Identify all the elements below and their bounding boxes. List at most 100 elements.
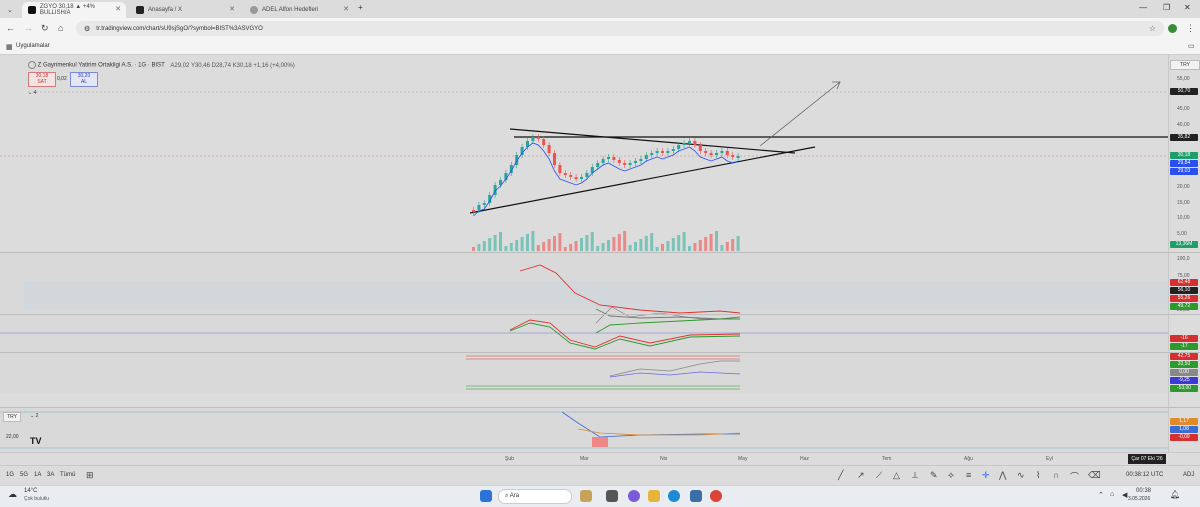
time-axis[interactable]: Şub Mar Nis May Haz Tem Ağu Eyl Çar 07 Eki '26	[0, 452, 1200, 466]
projection-arrow	[759, 81, 841, 147]
brush-tool-icon[interactable]: ✎	[930, 470, 938, 481]
forward-icon[interactable]: →	[24, 23, 33, 33]
windows-start-icon[interactable]	[480, 490, 492, 502]
chrome-icon[interactable]	[710, 490, 722, 502]
tradingview-logo[interactable]: TV	[30, 436, 42, 446]
weather-icon[interactable]: ☁	[8, 489, 17, 500]
menu-icon[interactable]: ⋮	[1186, 23, 1195, 34]
bookmark-apps[interactable]: Uygulamalar	[16, 43, 50, 49]
minimize-button[interactable]: —	[1139, 3, 1147, 12]
close-window-button[interactable]: ✕	[1184, 3, 1191, 12]
price-axis[interactable]: ↓ ⟳ TRY 55,0050,0045,0040,0035,0030,0025…	[1168, 55, 1200, 452]
candle	[650, 153, 654, 155]
sell-button[interactable]: 30,18 SAT	[28, 72, 56, 87]
symbol-title[interactable]: Z Gayrimenkul Yatirim Ortakligi A.S. · 1…	[38, 63, 165, 69]
tray-chevron-icon[interactable]: ⌃	[1098, 491, 1104, 499]
triangle-tool-icon[interactable]: △	[893, 470, 900, 481]
pattern-tool-icon[interactable]: ⟡	[948, 470, 954, 481]
timeframe-3a[interactable]: 3A	[47, 472, 54, 478]
volume-bar	[563, 247, 567, 251]
copilot-icon[interactable]	[628, 490, 640, 502]
close-icon[interactable]: ✕	[115, 5, 121, 13]
osc3-badge-3: 0,00	[1170, 369, 1198, 376]
upper-trendline	[509, 128, 796, 154]
arc-tool-icon[interactable]: ⌒	[1070, 470, 1079, 483]
candle	[725, 151, 729, 155]
tab-search-button[interactable]: ⌄	[4, 2, 18, 18]
candle	[634, 161, 637, 163]
path-tool-icon[interactable]: ⟋	[876, 470, 882, 481]
time-tick-label: Şub	[505, 456, 514, 462]
new-tab-button[interactable]: +	[358, 3, 363, 12]
edge-icon[interactable]	[668, 490, 680, 502]
price-tick-label: 45,00	[1177, 106, 1190, 112]
close-icon[interactable]: ✕	[229, 5, 235, 13]
network-icon[interactable]: ⌂	[1110, 491, 1114, 498]
file-explorer-icon[interactable]	[648, 490, 660, 502]
time-tick-label: Tem	[882, 456, 892, 462]
back-icon[interactable]: ←	[6, 23, 15, 33]
polyline-tool-icon[interactable]: ⌇	[1036, 470, 1040, 481]
chart-area[interactable]	[0, 55, 1168, 452]
timeframe-1g[interactable]: 1G	[6, 472, 14, 478]
tab-tradingview[interactable]: ZGYO 30,18 ▲ +4% BULLISH/A ✕	[22, 2, 126, 18]
tab-x[interactable]: Anasayfa / X ✕	[130, 2, 240, 18]
bookmark-star-icon[interactable]: ☆	[1149, 24, 1156, 33]
candle	[666, 151, 670, 153]
close-icon[interactable]: ✕	[343, 5, 349, 13]
timeframe-5g[interactable]: 5G	[20, 472, 28, 478]
chart-canvas	[0, 81, 1168, 452]
tab-adel[interactable]: ADEL Alfon Hedefleri ✕	[244, 2, 354, 18]
buy-button[interactable]: 30,20 AL	[70, 72, 98, 87]
taskbar-search[interactable]: ⌕ Ara	[498, 489, 572, 504]
bottom-currency[interactable]: TRY	[3, 412, 21, 422]
clock[interactable]: 00:38:12 UTC	[1126, 472, 1163, 478]
timeframe-all[interactable]: Tümü	[60, 472, 75, 478]
home-icon[interactable]: ⌂	[58, 23, 63, 33]
ray-tool-icon[interactable]: ↗	[857, 470, 865, 481]
bottom-collapse[interactable]: ⌄ 2	[30, 413, 38, 419]
time-tick-label: Ağu	[964, 456, 973, 462]
store-icon[interactable]	[690, 490, 702, 502]
url-input[interactable]: ⚙ tr.tradingview.com/chart/sU9sjSgO/?sym…	[76, 21, 1164, 36]
candle	[623, 163, 627, 165]
candle	[542, 139, 546, 145]
cycle-tool-icon[interactable]: ∩	[1053, 470, 1059, 480]
pane-divider[interactable]	[0, 352, 1200, 353]
rsi-band	[24, 281, 1168, 309]
trendline-tool-icon[interactable]: ╱	[838, 470, 843, 481]
adj-toggle[interactable]: ADJ	[1183, 472, 1194, 478]
eraser-icon[interactable]: ⌫	[1088, 470, 1101, 481]
elliott-tool-icon[interactable]: ⋀	[999, 470, 1006, 481]
measure-tool-icon[interactable]: ⟂	[912, 470, 918, 481]
rsi-badge-4: 49,72	[1170, 303, 1198, 310]
ohlc-values: A29,02 Y30,46 D28,74 K30,18 +1,16 (+4,00…	[170, 62, 295, 69]
maximize-button[interactable]: ❐	[1163, 3, 1170, 12]
currency-selector[interactable]: TRY	[1170, 60, 1200, 70]
taskbar-time[interactable]: 00:38	[1136, 488, 1151, 494]
date-range-icon[interactable]: ⊞	[86, 470, 94, 481]
pane-divider[interactable]	[0, 314, 1200, 315]
bottom-toolbar: 1G 5G 1A 3A Tümü ⊞ ╱ ↗ ⟋ △ ⟂ ✎ ⟡ ≡ ✛ ⋀ ∿…	[0, 465, 1200, 486]
taskbar-date[interactable]: 3.05.2026	[1128, 496, 1150, 502]
reload-icon[interactable]: ↻	[41, 23, 49, 34]
time-tick-label: Haz	[800, 456, 809, 462]
apps-icon[interactable]: ▦	[6, 43, 13, 51]
wave-tool-icon[interactable]: ∿	[1017, 470, 1025, 481]
timeframe-1a[interactable]: 1A	[34, 472, 41, 478]
pane-divider[interactable]	[0, 252, 1200, 253]
notification-bell-icon[interactable]: 🔔︎	[1170, 490, 1180, 499]
task-view-icon[interactable]	[606, 490, 618, 502]
collapse-indicators[interactable]: ⌄ 4	[28, 90, 36, 96]
pane-divider[interactable]	[0, 407, 1200, 408]
fib-tool-icon[interactable]: ≡	[966, 470, 971, 480]
crosshair-icon[interactable]: ✛	[982, 470, 990, 481]
volume-bar	[709, 234, 713, 251]
volume-icon[interactable]: ◀	[1122, 491, 1127, 499]
widget-icon[interactable]	[580, 490, 592, 502]
avatar[interactable]	[1168, 24, 1177, 33]
bottom-badge-1: 1,17	[1170, 418, 1198, 425]
bookmarks-folder-icon[interactable]: ▭	[1188, 42, 1195, 50]
site-info-icon[interactable]: ⚙	[84, 25, 90, 33]
candle	[736, 156, 740, 158]
